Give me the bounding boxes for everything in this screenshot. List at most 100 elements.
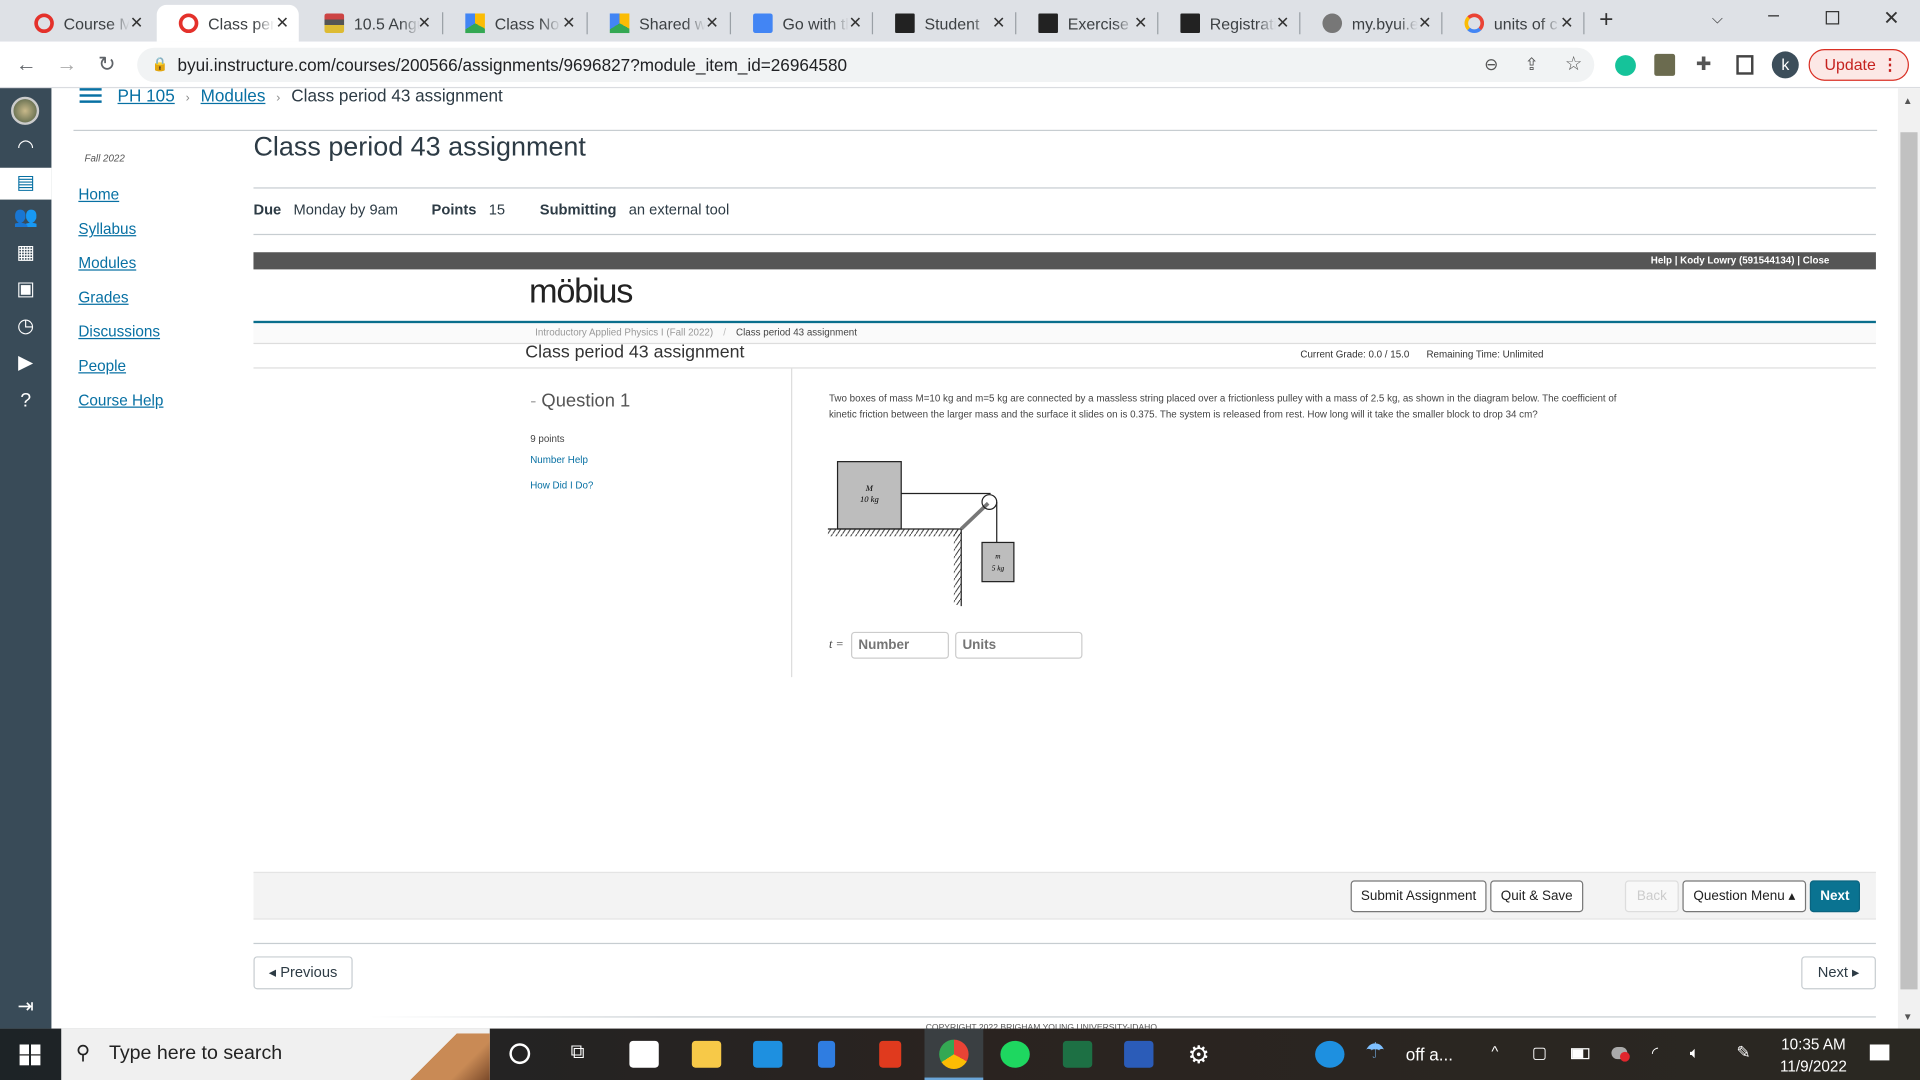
close-tab-icon[interactable]: ✕	[562, 13, 575, 33]
reload-icon[interactable]: ↻	[98, 53, 115, 77]
spotify-icon[interactable]	[1000, 1040, 1030, 1068]
close-tab-icon[interactable]: ✕	[418, 13, 431, 33]
expand-nav-icon[interactable]: ⇥	[11, 996, 40, 1020]
course-nav-course-help[interactable]: Course Help	[78, 392, 163, 409]
course-nav-modules[interactable]: Modules	[78, 255, 136, 272]
next-button[interactable]: Next ▸	[1801, 956, 1876, 990]
courses-icon[interactable]: ▤	[11, 171, 40, 195]
taskbar-search[interactable]: ⚲ Type here to search	[61, 1028, 490, 1080]
show-hidden-icons[interactable]: ^	[1491, 1043, 1498, 1060]
previous-button[interactable]: ◂ Previous	[253, 956, 353, 990]
update-button[interactable]: Update ⋮	[1808, 48, 1909, 81]
account-avatar[interactable]	[11, 96, 40, 125]
course-nav-discussions[interactable]: Discussions	[78, 323, 160, 340]
studio-icon[interactable]: ▶	[11, 351, 40, 375]
browser-tab[interactable]: Shared with me✕	[588, 5, 729, 42]
groups-icon[interactable]: 👥	[11, 206, 40, 230]
settings-gear-icon[interactable]: ⚙	[1188, 1040, 1210, 1071]
side-panel-icon[interactable]	[1736, 55, 1754, 75]
back-button[interactable]: Back	[1624, 880, 1679, 913]
weather-icon[interactable]: ☂	[1365, 1038, 1385, 1064]
cortana-icon[interactable]	[509, 1043, 531, 1065]
dashboard-icon[interactable]: ◠	[11, 136, 40, 160]
close-tab-icon[interactable]: ✕	[992, 13, 1005, 33]
question-heading[interactable]: - Question 1	[530, 391, 630, 412]
help-icon[interactable]: ?	[11, 389, 40, 413]
share-icon[interactable]: ⇪	[1524, 54, 1538, 75]
app-icon[interactable]	[817, 1040, 836, 1068]
clock[interactable]: 10:35 AM 11/9/2022	[1771, 1033, 1857, 1077]
how-did-i-do-link[interactable]: How Did I Do?	[530, 480, 593, 491]
browser-tab[interactable]: Course Modules✕	[12, 5, 153, 42]
wifi-icon[interactable]: ◜	[1652, 1043, 1658, 1063]
back-icon[interactable]: ←	[16, 53, 37, 77]
close-tab-icon[interactable]: ✕	[276, 13, 289, 33]
address-bar[interactable]: 🔒 byui.instructure.com/courses/200566/ass…	[137, 47, 1595, 83]
close-window-icon[interactable]: ✕	[1883, 6, 1899, 30]
browser-tab[interactable]: my.byui.edu✕	[1300, 5, 1441, 42]
course-nav-syllabus[interactable]: Syllabus	[78, 220, 136, 237]
number-input[interactable]	[851, 631, 949, 659]
browser-tab[interactable]: Go with the✕	[731, 5, 872, 42]
volume-icon[interactable]: 🔈︎	[1690, 1043, 1700, 1063]
breadcrumb-course[interactable]: PH 105	[118, 86, 175, 106]
grammarly-icon[interactable]	[1615, 55, 1636, 76]
mail-icon[interactable]	[753, 1040, 783, 1068]
breadcrumb-modules[interactable]: Modules	[201, 86, 266, 106]
history-clock-icon[interactable]: ◷	[11, 315, 40, 339]
mobius-top-bar[interactable]: Help | Kody Lowry (591544134) | Close	[253, 252, 1876, 270]
new-tab-icon[interactable]: +	[1599, 6, 1613, 34]
close-tab-icon[interactable]: ✕	[1276, 13, 1289, 33]
restore-icon[interactable]	[1825, 11, 1840, 25]
office-icon[interactable]	[879, 1040, 902, 1068]
close-tab-icon[interactable]: ✕	[1560, 13, 1573, 33]
units-input[interactable]	[955, 631, 1083, 659]
calendar-icon[interactable]: ▦	[11, 241, 40, 265]
close-tab-icon[interactable]: ✕	[849, 13, 862, 33]
browser-tab-active[interactable]: Class period 43✕	[156, 4, 299, 42]
extensions-puzzle-icon[interactable]: ✚	[1696, 53, 1711, 75]
forward-icon[interactable]: →	[56, 53, 77, 77]
inbox-icon[interactable]: ▣	[11, 278, 40, 302]
chrome-taskbar-active[interactable]	[924, 1028, 984, 1080]
scrollbar-thumb[interactable]	[1900, 132, 1918, 990]
course-nav-grades[interactable]: Grades	[78, 289, 128, 306]
extension-icon[interactable]	[1654, 53, 1676, 76]
word-icon[interactable]	[1124, 1040, 1154, 1068]
close-tab-icon[interactable]: ✕	[1134, 13, 1147, 33]
meet-now-icon[interactable]: ▢	[1532, 1043, 1547, 1063]
file-explorer-icon[interactable]	[691, 1040, 722, 1068]
breadcrumb-course-link[interactable]: Introductory Applied Physics I (Fall 202…	[535, 327, 713, 338]
browser-tab[interactable]: Registration✕	[1158, 5, 1299, 42]
bookmark-star-icon[interactable]: ☆	[1565, 51, 1583, 75]
profile-avatar[interactable]: k	[1771, 51, 1799, 79]
minimize-icon[interactable]: –	[1768, 5, 1779, 27]
course-nav-people[interactable]: People	[78, 358, 126, 375]
pen-icon[interactable]: ✎	[1736, 1042, 1750, 1063]
browser-tab[interactable]: 10.5 Angular✕	[302, 5, 440, 42]
notifications-icon[interactable]	[1869, 1044, 1890, 1061]
browser-tab[interactable]: Class Notes✕	[443, 5, 585, 42]
hamburger-menu-icon[interactable]	[79, 88, 102, 103]
close-tab-icon[interactable]: ✕	[1418, 13, 1431, 33]
browser-tab[interactable]: Exercise P✕	[1016, 5, 1157, 42]
question-menu-button[interactable]: Question Menu ▴	[1682, 880, 1807, 913]
excel-icon[interactable]	[1062, 1040, 1093, 1068]
browser-tab[interactable]: Student ✕	[873, 5, 1015, 42]
browser-tab[interactable]: units of c ✕	[1442, 5, 1583, 42]
onedrive-error-icon[interactable]	[1611, 1046, 1630, 1062]
course-nav-home[interactable]: Home	[78, 186, 119, 203]
close-tab-icon[interactable]: ✕	[705, 13, 718, 33]
windows-start-icon[interactable]	[19, 1044, 41, 1066]
submit-assignment-button[interactable]: Submit Assignment	[1350, 880, 1487, 913]
quit-save-button[interactable]: Quit & Save	[1490, 880, 1584, 913]
scrollbar[interactable]: ▲ ▼	[1897, 88, 1920, 1029]
number-help-link[interactable]: Number Help	[530, 454, 588, 465]
weather-text[interactable]: off a...	[1406, 1044, 1453, 1064]
close-tab-icon[interactable]: ✕	[130, 13, 143, 33]
zoom-icon[interactable]: ⊖	[1484, 54, 1498, 75]
next-question-button[interactable]: Next	[1809, 880, 1861, 913]
microsoft-store-icon[interactable]	[629, 1040, 659, 1068]
tab-search-chevron-icon[interactable]: ⌵	[1712, 10, 1723, 28]
task-view-icon[interactable]: ⧉	[571, 1042, 585, 1064]
